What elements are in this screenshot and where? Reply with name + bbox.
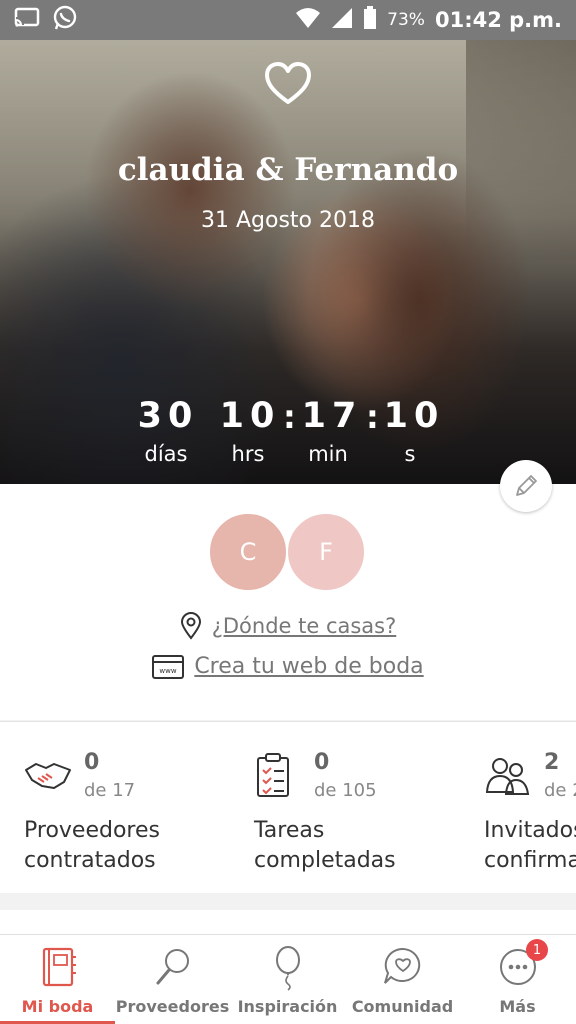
notification-badge: 1	[526, 939, 548, 961]
nav-label: Comunidad	[351, 997, 454, 1016]
nav-comunidad[interactable]: Comunidad	[345, 935, 460, 1024]
avatar[interactable]: C	[208, 512, 288, 592]
stat-vendors-value: 0	[84, 750, 100, 775]
guests-icon	[485, 758, 530, 795]
where-link-label: ¿Dónde te casas?	[211, 614, 397, 638]
magnifier-icon	[156, 949, 189, 985]
countdown-days-label: días	[144, 442, 188, 466]
create-web-link-label: Crea tu web de boda	[194, 654, 424, 679]
stat-tasks[interactable]: 0 de 105 Tareas completadas	[254, 722, 484, 893]
stat-tasks-value: 0	[314, 750, 330, 775]
stat-guests[interactable]: 2 de 2 Invitados confirmados	[484, 722, 576, 893]
stat-vendors-label: Proveedores contratados	[24, 816, 160, 876]
whatsapp-icon	[52, 5, 78, 35]
checklist-icon	[257, 753, 289, 797]
chat-heart-icon	[384, 947, 421, 984]
web-browser-icon: www	[152, 654, 185, 679]
hero-photo[interactable]: claudia & Fernando 31 Agosto 2018 30 10 …	[0, 40, 576, 484]
bottom-nav: Mi boda Proveedores Inspiración Comunida…	[0, 934, 576, 1024]
nav-mi-boda[interactable]: Mi boda	[0, 935, 115, 1024]
stat-label-line: contratados	[24, 848, 156, 873]
countdown-minutes: 17	[301, 396, 363, 436]
couple-names: claudia & Fernando	[117, 152, 459, 188]
wedding-date: 31 Agosto 2018	[201, 208, 375, 233]
stat-label-line: confirmados	[484, 848, 576, 873]
stat-guests-total: de 2	[544, 780, 576, 801]
clock: 01:42 p.m.	[434, 8, 562, 32]
stat-guests-value: 2	[544, 750, 560, 775]
where-link[interactable]: ¿Dónde te casas?	[0, 612, 576, 640]
stat-vendors[interactable]: 0 de 17 Proveedores contratados	[24, 722, 254, 893]
wifi-icon	[295, 7, 321, 34]
countdown-hours-label: hrs	[231, 442, 265, 466]
countdown-seconds-label: s	[404, 442, 416, 466]
wedding-book-icon	[42, 947, 76, 987]
stats-section: 0 de 17 Proveedores contratados 0 de 105…	[0, 721, 576, 893]
stat-label-line: Invitados	[484, 818, 576, 843]
countdown-hours: 10	[219, 396, 281, 436]
profile-section: C F ¿Dónde te casas? www Crea tu web de …	[0, 484, 576, 720]
nav-label: Más	[499, 997, 536, 1016]
svg-text:www: www	[160, 667, 177, 675]
cast-icon	[14, 7, 40, 33]
stat-label-line: Proveedores	[24, 818, 160, 843]
handshake-icon	[25, 763, 71, 789]
battery-icon	[363, 5, 377, 35]
nav-label: Proveedores	[115, 997, 230, 1016]
avatar[interactable]: F	[286, 512, 366, 592]
stat-label-line: Tareas	[254, 818, 325, 843]
stat-vendors-total: de 17	[84, 780, 136, 801]
stat-guests-label: Invitados confirmados	[484, 816, 576, 876]
stat-label-line: completadas	[254, 848, 396, 873]
status-bar: 73% 01:42 p.m.	[0, 0, 576, 40]
screen: 73% 01:42 p.m. claudia & Fernando 31 Ago…	[0, 0, 576, 1024]
battery-percent: 73%	[387, 10, 425, 30]
countdown-days: 30	[137, 396, 199, 436]
create-web-link[interactable]: www Crea tu web de boda	[0, 654, 576, 679]
stat-tasks-label: Tareas completadas	[254, 816, 396, 876]
signal-icon	[331, 7, 353, 34]
heart-icon	[265, 62, 311, 104]
countdown-seconds: 10	[383, 396, 445, 436]
nav-label: Mi boda	[21, 997, 94, 1016]
location-pin-icon	[180, 612, 201, 640]
edit-button[interactable]	[500, 460, 552, 512]
nav-label: Inspiración	[237, 997, 338, 1016]
nav-inspiracion[interactable]: Inspiración	[230, 935, 345, 1024]
countdown-minutes-label: min	[308, 442, 348, 466]
stat-tasks-total: de 105	[314, 780, 377, 801]
countdown: 30 10 : 17 : 10 días hrs min s	[0, 396, 576, 476]
nav-proveedores[interactable]: Proveedores	[115, 935, 230, 1024]
pencil-icon	[516, 475, 537, 496]
nav-mas[interactable]: 1 Más	[460, 935, 575, 1024]
balloon-icon	[276, 946, 300, 991]
